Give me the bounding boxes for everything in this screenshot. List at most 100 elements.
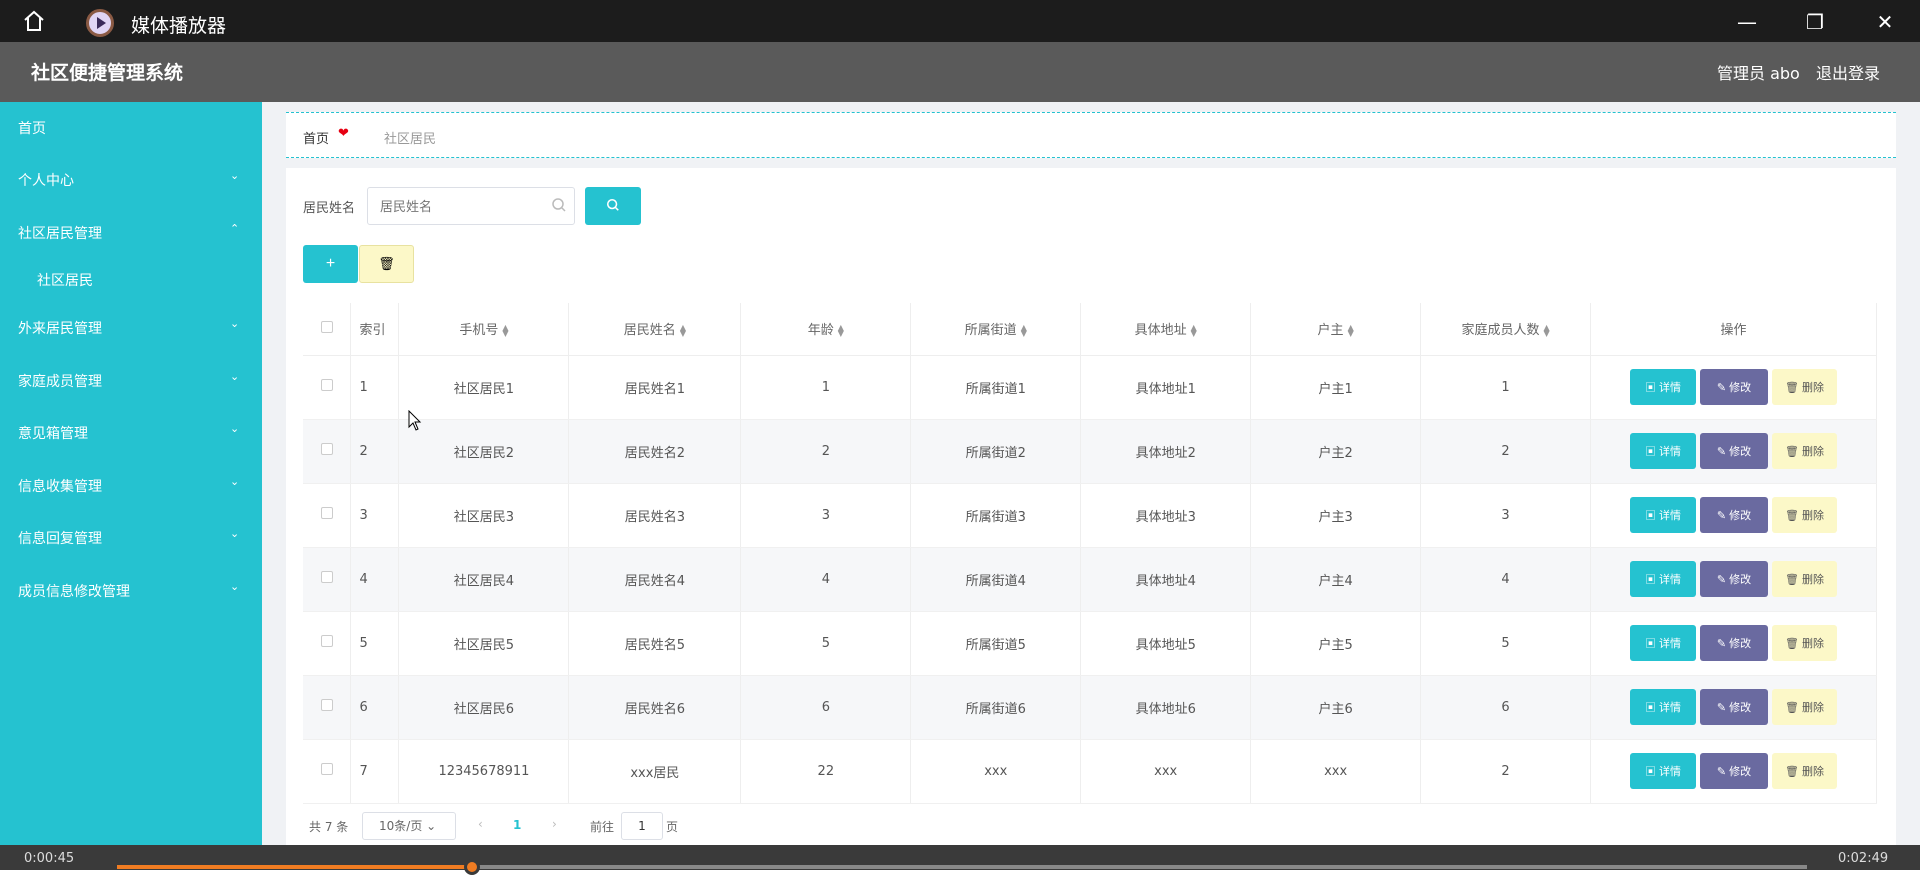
chevron-right-icon[interactable]: › [552,817,557,831]
column-header[interactable]: 年龄 ▲ ▼ [740,303,912,356]
table-cell: 4 [1420,547,1592,612]
media-player-icon [86,9,114,37]
row-checkbox[interactable] [320,763,333,775]
minimize-button[interactable]: — [1732,8,1762,36]
window-title: 媒体播放器 [131,15,227,37]
column-header: 索引 [350,303,400,356]
row-checkbox[interactable] [320,571,333,583]
delete-button[interactable]: 🗑 删除 [1772,433,1838,469]
close-button[interactable]: ✕ [1870,8,1900,36]
row-checkbox-cell[interactable] [303,611,352,676]
maximize-button[interactable]: ❐ [1800,8,1830,36]
detail-button[interactable]: ▣ 详情 [1630,753,1697,789]
page-size-select[interactable]: 10条/页 ⌄ [362,812,456,840]
row-checkbox-cell[interactable] [303,675,352,740]
detail-button[interactable]: ▣ 详情 [1630,369,1697,405]
delete-button[interactable]: 🗑 删除 [1772,689,1838,725]
table-cell: 5 [1420,611,1592,676]
sidebar-item-label: 个人中心 [18,173,74,189]
detail-button[interactable]: ▣ 详情 [1630,561,1697,597]
sidebar-item-residents[interactable]: 社区居民 [0,254,262,304]
sidebar-item-suggestion-box[interactable]: 意见箱管理 ⌄ [0,407,262,457]
table-cell: 居民姓名3 [568,483,742,548]
table-cell: 具体地址5 [1080,611,1252,676]
goto-page-input[interactable]: 1 [621,812,663,840]
search-input[interactable] [367,187,575,225]
sidebar-item-member-edit[interactable]: 成员信息修改管理 ⌄ [0,565,262,615]
row-checkbox-cell[interactable] [303,483,352,548]
system-title: 社区便捷管理系统 [31,62,184,84]
sidebar-item-home[interactable]: 首页 [0,102,262,152]
sidebar-item-info-collection[interactable]: 信息收集管理 ⌄ [0,460,262,510]
column-header[interactable]: 居民姓名 ▲ ▼ [568,303,742,356]
add-button[interactable]: + [303,245,358,283]
row-checkbox-cell[interactable] [303,739,352,804]
detail-button[interactable]: ▣ 详情 [1630,689,1697,725]
select-all-checkbox-cell[interactable] [303,303,352,356]
select-all-checkbox[interactable] [320,320,333,333]
table-cell: 居民姓名1 [568,355,742,420]
edit-button[interactable]: ✎ 修改 [1700,497,1769,533]
delete-button[interactable]: 🗑 删除 [1772,753,1838,789]
column-header[interactable]: 具体地址 ▲ ▼ [1080,303,1252,356]
sidebar-item-resident-management[interactable]: 社区居民管理 ⌃ [0,207,262,257]
row-checkbox[interactable] [320,699,333,711]
delete-button[interactable]: 🗑 删除 [1772,369,1838,405]
sort-icon: ▲ ▼ [1543,322,1550,338]
table-cell: 具体地址6 [1080,675,1252,740]
detail-button[interactable]: ▣ 详情 [1630,625,1697,661]
edit-button[interactable]: ✎ 修改 [1700,433,1769,469]
delete-button[interactable]: 🗑 删除 [1772,561,1838,597]
column-header[interactable]: 户主 ▲ ▼ [1250,303,1422,356]
row-checkbox-cell[interactable] [303,419,352,484]
seek-handle[interactable] [463,859,480,875]
table-cell: 所属街道5 [910,611,1082,676]
edit-button[interactable]: ✎ 修改 [1700,369,1769,405]
edit-button[interactable]: ✎ 修改 [1700,689,1769,725]
row-checkbox[interactable] [320,379,333,391]
row-checkbox[interactable] [320,443,333,455]
breadcrumb-current: 社区居民 [384,132,437,147]
column-header[interactable]: 所属街道 ▲ ▼ [910,303,1082,356]
detail-button[interactable]: ▣ 详情 [1630,433,1697,469]
table-cell: 户主1 [1250,355,1422,420]
app-header: 社区便捷管理系统 管理员 abo 退出登录 [0,42,1920,102]
home-icon[interactable] [20,9,48,33]
breadcrumb: 首页 ❤ 社区居民 [286,112,1896,158]
chevron-left-icon[interactable]: ‹ [478,817,483,831]
table-cell: 1 [350,355,400,420]
edit-button[interactable]: ✎ 修改 [1700,625,1769,661]
total-time: 0:02:49 [1838,851,1889,866]
table-header-row: 索引 手机号 ▲ ▼ 居民姓名 ▲ ▼ 年龄 ▲ ▼ 所属街道 ▲ ▼ 具体地址 ▲ ▼ 户主 ▲ ▼ … [303,303,1877,356]
row-checkbox-cell[interactable] [303,355,352,420]
batch-delete-button[interactable]: 🗑 [359,245,414,283]
table-cell: 社区居民5 [398,611,570,676]
seek-bar[interactable] [117,859,1807,875]
delete-button[interactable]: 🗑 删除 [1772,625,1838,661]
edit-button[interactable]: ✎ 修改 [1700,561,1769,597]
breadcrumb-home[interactable]: 首页 [303,128,329,147]
table-cell: 4 [740,547,912,612]
row-checkbox-cell[interactable] [303,547,352,612]
search-button[interactable] [585,187,641,225]
row-checkbox[interactable] [320,635,333,647]
table-cell: 所属街道1 [910,355,1082,420]
sidebar-item-info-reply[interactable]: 信息回复管理 ⌄ [0,512,262,562]
table-cell: 户主4 [1250,547,1422,612]
page-number[interactable]: 1 [513,818,521,832]
search-label: 居民姓名 [303,201,356,216]
table-cell: 6 [350,675,400,740]
window-titlebar: 媒体播放器 — ❐ ✕ [0,0,1920,42]
column-header[interactable]: 手机号 ▲ ▼ [398,303,570,356]
detail-button[interactable]: ▣ 详情 [1630,497,1697,533]
sidebar-item-family-management[interactable]: 家庭成员管理 ⌄ [0,355,262,405]
row-checkbox[interactable] [320,507,333,519]
row-actions: ▣ 详情 ✎ 修改 🗑 删除 [1590,419,1877,484]
delete-button[interactable]: 🗑 删除 [1772,497,1838,533]
column-header[interactable]: 家庭成员人数 ▲ ▼ [1420,303,1592,356]
table-cell: 居民姓名4 [568,547,742,612]
edit-button[interactable]: ✎ 修改 [1700,753,1769,789]
logout-link[interactable]: 退出登录 [1816,60,1880,84]
sidebar-item-outsider-management[interactable]: 外来居民管理 ⌄ [0,302,262,352]
sidebar-item-personal-center[interactable]: 个人中心 ⌄ [0,154,262,204]
